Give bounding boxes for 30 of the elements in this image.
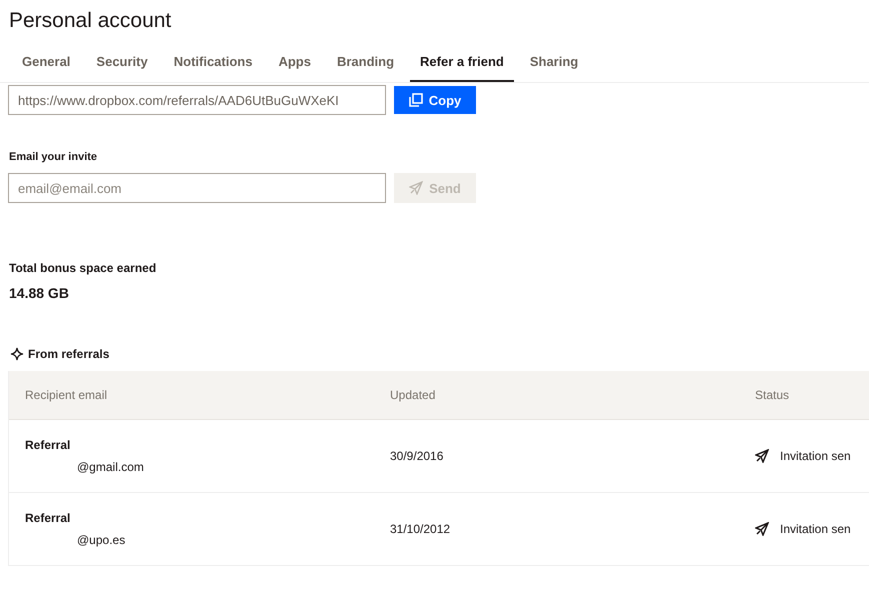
invite-label: Email your invite <box>8 150 98 165</box>
paper-plane-icon <box>755 449 769 463</box>
page-title: Personal account <box>8 8 172 34</box>
tab[interactable]: Notifications <box>164 52 262 82</box>
tab[interactable]: General <box>12 52 80 82</box>
column-header: Updated <box>389 388 436 402</box>
tab[interactable]: Apps <box>268 52 321 82</box>
section-heading: From referrals <box>28 347 110 361</box>
paper-plane-icon <box>409 181 424 195</box>
tab[interactable]: Refer a friend <box>410 52 514 82</box>
sparkle-icon <box>10 347 24 361</box>
copy-icon <box>408 93 423 107</box>
bonus-value: 14.88 GB <box>8 284 70 301</box>
column-header: Recipient email <box>24 388 108 402</box>
recipient-email: @gmail.com <box>76 460 145 474</box>
referral-link-field[interactable]: https://www.dropbox.com/referrals/AAD6UtBuGuWXeKI <box>8 85 386 115</box>
paper-plane-icon <box>755 522 769 536</box>
copy-button[interactable]: Copy <box>394 86 476 114</box>
updated-date: 30/9/2016 <box>389 449 444 463</box>
bonus-label: Total bonus space earned <box>8 260 158 277</box>
status-text: Invitation sen <box>780 449 851 463</box>
status-text: Invitation sen <box>780 522 851 536</box>
updated-date: 31/10/2012 <box>389 522 452 536</box>
referral-title: Referral <box>25 438 72 452</box>
tab[interactable]: Security <box>86 52 158 82</box>
recipient-email: @upo.es <box>76 533 126 547</box>
referral-title: Referral <box>25 511 72 525</box>
tab[interactable]: Branding <box>326 52 404 82</box>
column-header: Status <box>754 388 790 402</box>
tab[interactable]: Sharing <box>520 52 588 82</box>
